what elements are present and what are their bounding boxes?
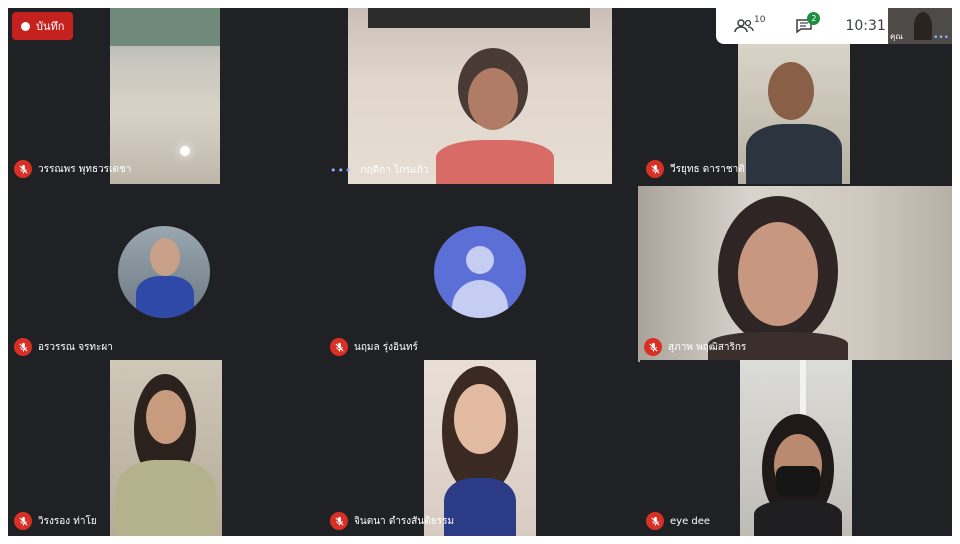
- chat-button[interactable]: 2: [795, 12, 821, 34]
- video-feed: [738, 44, 850, 184]
- person-shirt: [136, 276, 194, 318]
- video-feed: [348, 8, 612, 184]
- participant-tile[interactable]: สุภาพ พฤฒิสาริกร: [638, 186, 952, 362]
- person-face: [738, 222, 818, 326]
- participant-tile[interactable]: นฤมล รุ่งอินทร์: [324, 186, 636, 362]
- participants-button[interactable]: 10: [734, 15, 766, 34]
- person-face: [150, 238, 180, 276]
- participant-name: นฤมล รุ่งอินทร์: [354, 341, 418, 353]
- participant-name-tag: จินตนา ดำรงสันติธรรม: [330, 512, 454, 530]
- participant-tile[interactable]: วรรณพร พุทธวรเดชา บันทึก: [8, 8, 320, 184]
- video-feed: [740, 360, 852, 536]
- mic-off-icon: [330, 512, 348, 530]
- more-options-icon[interactable]: •••: [933, 33, 949, 43]
- ceiling-decor: [110, 8, 220, 46]
- ceiling-light: [800, 360, 806, 420]
- participant-name: กฤติกา ไกรแก้ว: [360, 165, 429, 176]
- participants-count: 10: [754, 15, 766, 25]
- participant-name-tag: วิรงรอง ท่าโย: [14, 512, 97, 530]
- avatar-body-shape: [452, 280, 508, 318]
- self-label: คุณ: [890, 32, 903, 41]
- person-face: [146, 390, 186, 444]
- mic-off-icon: [646, 160, 664, 178]
- window-frame: [368, 8, 590, 28]
- person-shirt: [746, 124, 842, 184]
- participant-name: วิรงรอง ท่าโย: [38, 515, 97, 527]
- person-shirt: [116, 460, 216, 536]
- participant-tile[interactable]: ••• กฤติกา ไกรแก้ว: [324, 8, 636, 184]
- top-right-toolbar: 10 2 10:31 คุณ •••: [716, 8, 952, 44]
- chat-badge: 2: [807, 12, 821, 25]
- recording-label: บันทึก: [36, 20, 65, 33]
- participant-tile[interactable]: อรวรรณ จรทะผา: [8, 186, 320, 362]
- person-shirt: [754, 500, 842, 536]
- people-icon: [734, 19, 754, 33]
- self-view-tile[interactable]: คุณ •••: [888, 8, 952, 44]
- participant-name-tag: วรรณพร พุทธวรเดชา: [14, 160, 131, 178]
- mic-off-icon: [330, 338, 348, 356]
- participant-name-tag: อรวรรณ จรทะผา: [14, 338, 113, 356]
- participant-tile[interactable]: วิรงรอง ท่าโย: [8, 360, 320, 536]
- clock-time: 10:31: [845, 18, 886, 34]
- participant-name: จินตนา ดำรงสันติธรรม: [354, 515, 455, 527]
- person-shirt: [436, 140, 554, 184]
- participant-name-tag: eye dee: [646, 512, 710, 530]
- person-shirt: [444, 478, 516, 536]
- record-dot-icon: [21, 21, 30, 31]
- participant-name-tag: นฤมล รุ่งอินทร์: [330, 338, 418, 356]
- participant-name-tag: สุภาพ พฤฒิสาริกร: [644, 338, 746, 356]
- mic-off-icon: [14, 338, 32, 356]
- face-mask: [776, 466, 820, 496]
- participant-name: eye dee: [670, 515, 711, 527]
- clock: 10:31: [845, 18, 885, 34]
- video-grid: วรรณพร พุทธวรเดชา บันทึก ••• กฤติกา ไกรแ…: [8, 8, 952, 536]
- participant-name: วรรณพร พุทธวรเดชา: [38, 163, 132, 175]
- avatar-photo: [118, 226, 210, 318]
- video-feed: [110, 360, 222, 536]
- video-feed: [110, 8, 220, 184]
- participant-tile[interactable]: จินตนา ดำรงสันติธรรม: [324, 360, 636, 536]
- video-feed: [424, 360, 536, 536]
- participant-name-tag: วีรยุทธ ดาราชาติ: [646, 160, 745, 178]
- person-face: [454, 384, 506, 454]
- participant-tile[interactable]: eye dee: [640, 360, 952, 536]
- participant-name: อรวรรณ จรทะผา: [38, 341, 113, 353]
- mic-off-icon: [14, 512, 32, 530]
- person-silhouette: [914, 12, 932, 40]
- participant-name: สุภาพ พฤฒิสาริกร: [668, 341, 747, 353]
- mic-off-icon: [14, 160, 32, 178]
- light-spot: [180, 146, 190, 156]
- person-face: [768, 62, 814, 120]
- avatar-head-shape: [466, 246, 494, 274]
- video-feed: [638, 186, 952, 362]
- participant-name-tag: ••• กฤติกา ไกรแก้ว: [330, 163, 429, 178]
- more-options-icon[interactable]: •••: [330, 164, 352, 177]
- participant-name: วีรยุทธ ดาราชาติ: [670, 163, 745, 175]
- recording-badge[interactable]: บันทึก: [12, 12, 74, 40]
- person-face: [468, 68, 518, 130]
- default-avatar-icon: [434, 226, 526, 318]
- mic-off-icon: [646, 512, 664, 530]
- mic-off-icon: [644, 338, 662, 356]
